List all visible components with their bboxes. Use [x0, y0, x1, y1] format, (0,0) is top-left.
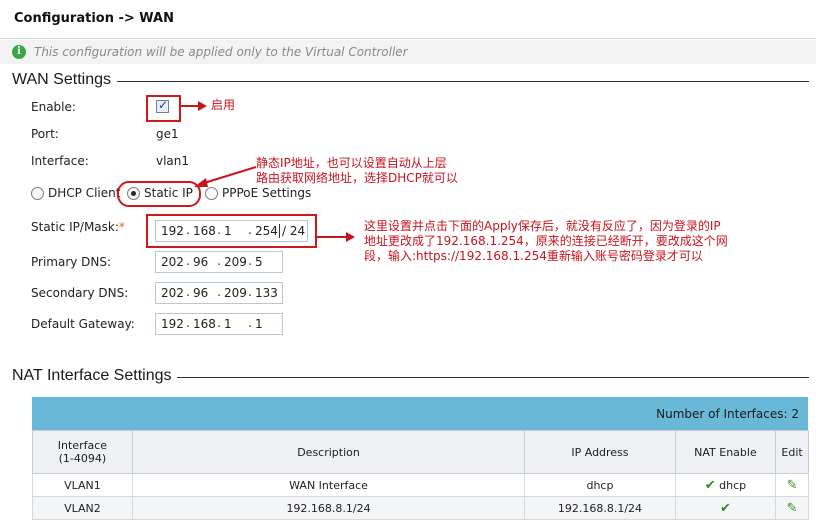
- column-ip-address[interactable]: IP Address: [524, 430, 676, 474]
- enable-arrow: [181, 105, 199, 107]
- secondary-dns-octet-3[interactable]: 209: [224, 286, 247, 300]
- static-ip-octet-1[interactable]: 192: [161, 224, 184, 238]
- pencil-icon[interactable]: ✎: [787, 478, 798, 493]
- annotation-enable: 启用: [211, 98, 236, 112]
- row-nat-enable: ✔: [674, 496, 777, 520]
- interface-count-value: 2: [791, 407, 799, 421]
- column-edit[interactable]: Edit: [775, 430, 809, 474]
- gateway-field[interactable]: 192 . 168 . 1 . 1: [155, 313, 283, 335]
- static-ip-mask-label: Static IP/Mask:*: [31, 220, 125, 234]
- table-row[interactable]: VLAN1 WAN Interface dhcp ✔ dhcp ✎: [32, 473, 809, 497]
- port-label: Port:: [31, 127, 59, 141]
- static-ip-field[interactable]: 192 . 168 . 1 . 254 / 24: [155, 220, 308, 242]
- check-icon: ✔: [719, 500, 731, 516]
- nat-section-title: NAT Interface Settings: [12, 367, 178, 385]
- interface-value: vlan1: [156, 154, 190, 168]
- nat-table-toolbar: Number of Interfaces: 2: [32, 397, 808, 430]
- secondary-dns-octet-1[interactable]: 202: [161, 286, 184, 300]
- primary-dns-octet-2[interactable]: 96: [193, 255, 208, 269]
- row-nat-enable: ✔ dhcp: [674, 473, 777, 497]
- ip-dot: .: [186, 254, 191, 269]
- row-edit[interactable]: ✎: [775, 473, 809, 497]
- port-value: ge1: [156, 127, 179, 141]
- ip-dot: .: [248, 285, 253, 300]
- annotation-static-line2: 路由获取网络地址，选择DHCP就可以: [256, 171, 458, 185]
- row-ip-address: 192.168.8.1/24: [524, 496, 676, 520]
- primary-dns-label: Primary DNS:: [31, 255, 112, 269]
- ip-dot: .: [248, 316, 253, 331]
- gateway-octet-3[interactable]: 1: [224, 317, 232, 331]
- secondary-dns-field[interactable]: 202 . 96 . 209 . 133: [155, 282, 283, 304]
- static-ip-octet-3[interactable]: 1: [224, 224, 232, 238]
- ip-dot: .: [217, 254, 222, 269]
- static-ip-radio[interactable]: [127, 187, 140, 200]
- apply-arrow-head: [346, 232, 355, 242]
- static-ip-octet-2[interactable]: 168: [193, 224, 216, 238]
- ip-dot: .: [217, 285, 222, 300]
- interface-label: Interface:: [31, 154, 89, 168]
- annotation-static-line1: 静态IP地址，也可以设置自动从上层: [256, 156, 447, 170]
- row-interface: VLAN2: [32, 496, 133, 520]
- enable-label: Enable:: [31, 100, 76, 114]
- apply-arrow: [315, 236, 347, 238]
- interface-count: Number of Interfaces: 2: [656, 407, 799, 421]
- mask-field[interactable]: / 24: [282, 224, 305, 238]
- ip-dot: .: [217, 223, 222, 238]
- secondary-dns-octet-2[interactable]: 96: [193, 286, 208, 300]
- annotation-apply-line1: 这里设置并点击下面的Apply保存后，就没有反应了，因为登录的IP: [364, 219, 721, 233]
- dhcp-client-radio[interactable]: [31, 187, 44, 200]
- annotation-apply-line2: 地址更改成了192.168.1.254，原来的连接已经断开，要改成这个网: [364, 234, 728, 248]
- row-nat-text: dhcp: [719, 478, 747, 492]
- row-interface: VLAN1: [32, 473, 133, 497]
- ip-dot: .: [248, 223, 253, 238]
- check-icon: ✔: [704, 477, 716, 493]
- nat-table: Interface (1-4094) Description IP Address…: [32, 430, 809, 520]
- primary-dns-octet-1[interactable]: 202: [161, 255, 184, 269]
- dhcp-client-label[interactable]: DHCP Client: [48, 186, 120, 200]
- info-icon: i: [12, 45, 26, 59]
- column-interface-range: (1-4094): [58, 452, 107, 465]
- ip-dot: .: [217, 316, 222, 331]
- page-title: Configuration -> WAN: [14, 11, 174, 26]
- column-interface[interactable]: Interface (1-4094): [32, 430, 133, 474]
- primary-dns-octet-3[interactable]: 209: [224, 255, 247, 269]
- static-ip-octet-4[interactable]: 254: [255, 224, 280, 238]
- row-description: 192.168.8.1/24: [131, 496, 526, 520]
- ip-dot: .: [186, 223, 191, 238]
- row-edit[interactable]: ✎: [775, 496, 809, 520]
- secondary-dns-label: Secondary DNS:: [31, 286, 129, 300]
- primary-dns-octet-4[interactable]: 5: [255, 255, 263, 269]
- wan-section-title: WAN Settings: [12, 71, 117, 89]
- static-ip-label[interactable]: Static IP: [144, 186, 193, 200]
- gateway-octet-4[interactable]: 1: [255, 317, 263, 331]
- secondary-dns-octet-4[interactable]: 133: [255, 286, 278, 300]
- wan-section-divider: [12, 81, 809, 82]
- table-row[interactable]: VLAN2 192.168.8.1/24 192.168.8.1/24 ✔ ✎: [32, 496, 809, 520]
- enable-arrow-head: [198, 101, 207, 111]
- ip-dot: .: [248, 254, 253, 269]
- interface-count-label: Number of Interfaces:: [656, 407, 788, 421]
- checkmark-icon: ✓: [158, 98, 169, 112]
- primary-dns-field[interactable]: 202 . 96 . 209 . 5: [155, 251, 283, 273]
- row-description: WAN Interface: [131, 473, 526, 497]
- required-mark: *: [118, 220, 125, 234]
- pppoe-radio[interactable]: [205, 187, 218, 200]
- static-ip-mask-text: Static IP/Mask:: [31, 220, 119, 234]
- column-description[interactable]: Description: [131, 430, 526, 474]
- ip-dot: .: [186, 316, 191, 331]
- notice-text: This configuration will be applied only …: [34, 45, 408, 59]
- enable-checkbox[interactable]: ✓: [156, 98, 169, 113]
- row-ip-address: dhcp: [524, 473, 676, 497]
- column-nat-enable[interactable]: NAT Enable: [674, 430, 777, 474]
- annotation-apply-line3: 段，输入:https://192.168.1.254重新输入账号密码登录才可以: [364, 249, 703, 263]
- pencil-icon[interactable]: ✎: [787, 501, 798, 516]
- pppoe-label[interactable]: PPPoE Settings: [222, 186, 311, 200]
- ip-dot: .: [186, 285, 191, 300]
- gateway-label: Default Gateway:: [31, 317, 135, 331]
- gateway-octet-2[interactable]: 168: [193, 317, 216, 331]
- gateway-octet-1[interactable]: 192: [161, 317, 184, 331]
- column-interface-label: Interface: [57, 439, 108, 452]
